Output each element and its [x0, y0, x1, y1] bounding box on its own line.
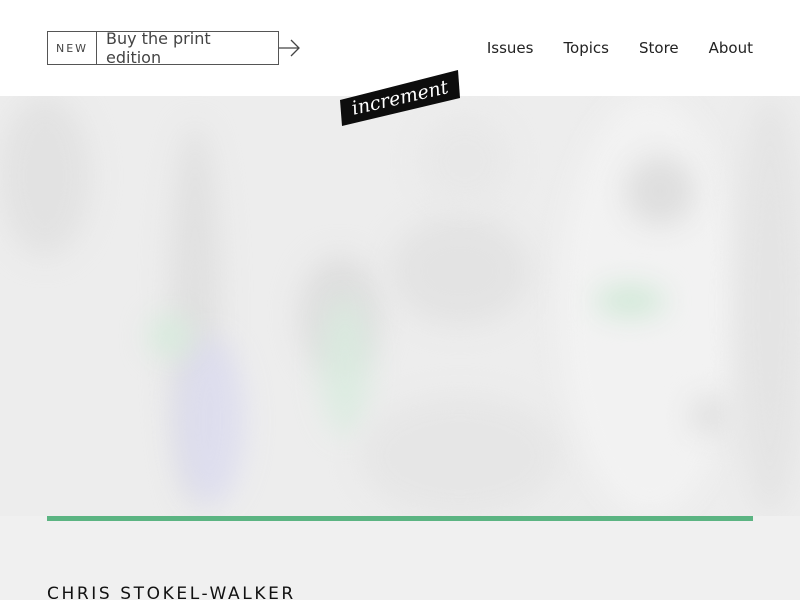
nav-about[interactable]: About: [709, 38, 753, 58]
logo-text: increment: [350, 76, 451, 120]
main-nav: Issues Topics Store About: [487, 38, 753, 58]
arrow-right-icon: [279, 31, 301, 65]
article-header: CHRIS STOKEL-WALKER: [0, 516, 800, 600]
nav-issues[interactable]: Issues: [487, 38, 534, 58]
increment-logo[interactable]: increment: [340, 70, 460, 126]
promo-label: Buy the print edition: [106, 29, 211, 67]
print-edition-promo-link[interactable]: NEW Buy the print edition: [47, 29, 301, 67]
nav-store[interactable]: Store: [639, 38, 679, 58]
page: NEW Buy the print edition Issues Topics …: [0, 0, 800, 600]
promo-box: NEW Buy the print edition: [47, 29, 279, 67]
accent-rule: [47, 516, 753, 521]
author-byline[interactable]: CHRIS STOKEL-WALKER: [47, 584, 296, 600]
nav-topics[interactable]: Topics: [563, 38, 609, 58]
new-badge: NEW: [48, 32, 97, 64]
hero-image: [0, 96, 800, 516]
